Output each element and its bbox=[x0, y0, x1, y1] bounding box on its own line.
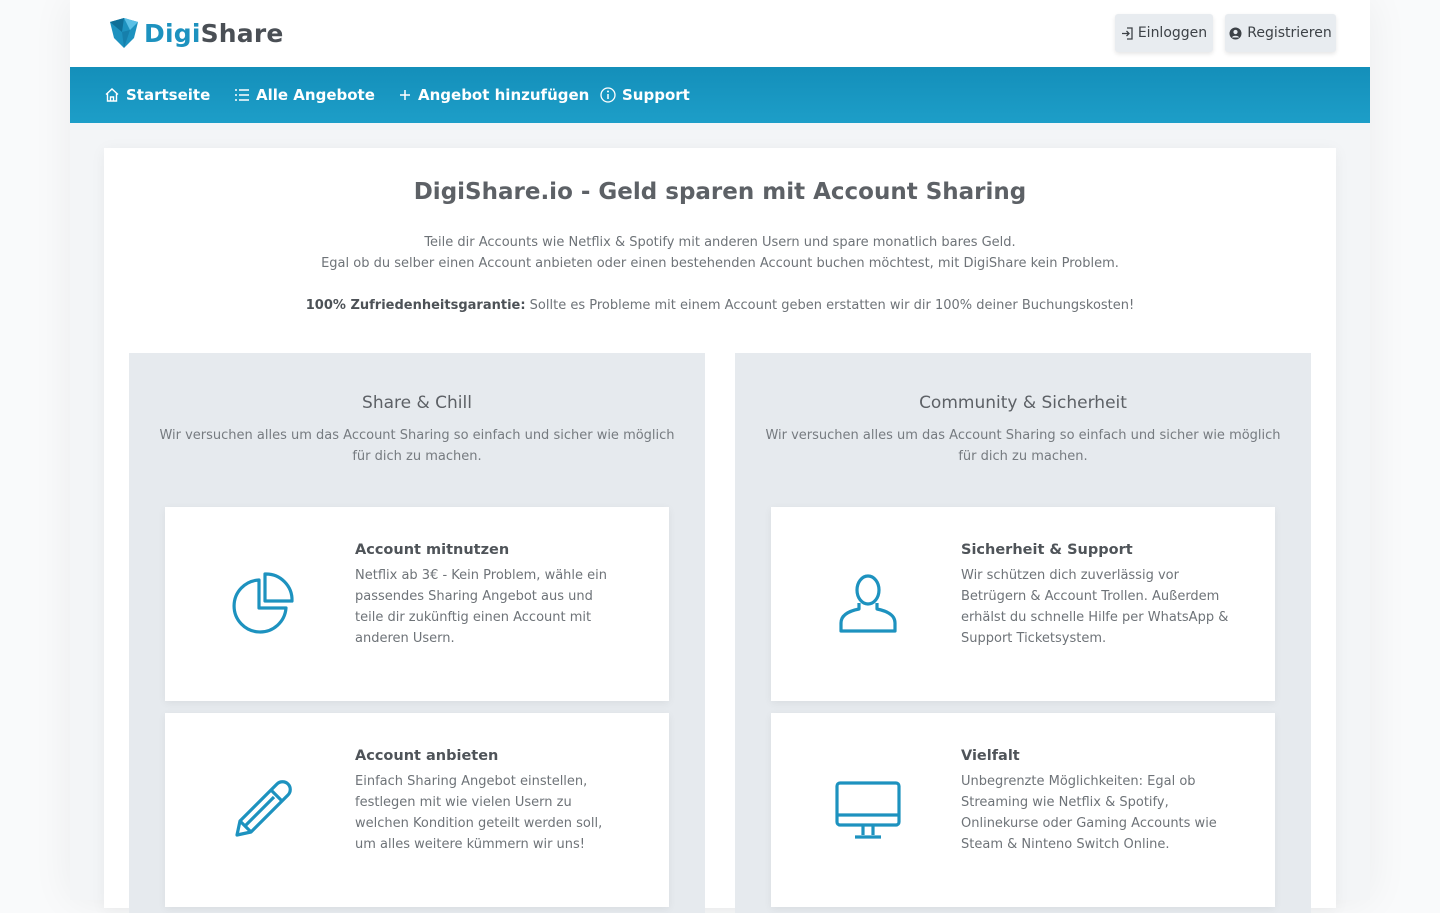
hero-line-1: Teile dir Accounts wie Netflix & Spotify… bbox=[424, 235, 1016, 250]
user-icon bbox=[839, 574, 897, 633]
card-title: Account mitnutzen bbox=[355, 542, 510, 558]
column-subtitle-line1: Wir versuchen alles um das Account Shari… bbox=[765, 428, 1281, 443]
column-title: Community & Sicherheit bbox=[919, 393, 1127, 413]
guarantee-label: 100% Zufriedenheitsgarantie: bbox=[305, 298, 526, 313]
card-text: Unbegrenzte Möglichkeiten: Egal ob Strea… bbox=[961, 774, 1217, 852]
nav-label-all-offers: Alle Angebote bbox=[256, 86, 375, 104]
feature-card-sicherheit-support: Sicherheit & Support Wir schützen dich z… bbox=[771, 507, 1275, 701]
list-icon bbox=[235, 89, 249, 101]
column-subtitle: Wir versuchen alles um das Account Shari… bbox=[765, 425, 1281, 467]
column-subtitle: Wir versuchen alles um das Account Shari… bbox=[159, 425, 675, 467]
register-label: Registrieren bbox=[1247, 25, 1332, 41]
page-wrapper: DigiShare Einloggen Registrieren Startse… bbox=[70, 0, 1370, 913]
card-title: Account anbieten bbox=[355, 748, 499, 764]
login-icon bbox=[1121, 26, 1133, 40]
main-content: DigiShare.io - Geld sparen mit Account S… bbox=[104, 148, 1336, 913]
column-title: Share & Chill bbox=[362, 393, 472, 413]
top-header: DigiShare Einloggen Registrieren bbox=[70, 0, 1370, 67]
nav-item-all-offers[interactable]: Alle Angebote bbox=[234, 67, 375, 123]
login-button[interactable]: Einloggen bbox=[1115, 14, 1213, 52]
feature-card-account-mitnutzen: Account mitnutzen Netflix ab 3€ - Kein P… bbox=[165, 507, 669, 701]
pie-chart-icon bbox=[232, 572, 294, 634]
main-navigation: Startseite Alle Angebote Angebot hinzufü… bbox=[70, 67, 1370, 123]
nav-label-home: Startseite bbox=[126, 86, 211, 104]
column-subtitle-line2: für dich zu machen. bbox=[958, 449, 1088, 464]
register-button[interactable]: Registrieren bbox=[1225, 14, 1336, 52]
nav-item-support[interactable]: Support bbox=[600, 67, 690, 123]
hero-line-2: Egal ob du selber einen Account anbieten… bbox=[321, 256, 1119, 271]
feature-column-community-security: Community & Sicherheit Wir versuchen all… bbox=[735, 353, 1311, 913]
guarantee-text: 100% Zufriedenheitsgarantie: Sollte es P… bbox=[104, 295, 1336, 316]
home-icon bbox=[105, 88, 119, 102]
nav-label-add-offer: Angebot hinzufügen bbox=[418, 86, 590, 104]
brand-name: DigiShare bbox=[144, 19, 284, 48]
card-text: Wir schützen dich zuverlässig vor Betrüg… bbox=[961, 568, 1229, 646]
brand-name-part1: Digi bbox=[144, 18, 201, 48]
card-title: Sicherheit & Support bbox=[961, 542, 1133, 558]
nav-item-add-offer[interactable]: Angebot hinzufügen bbox=[398, 67, 589, 123]
monitor-icon bbox=[835, 781, 901, 839]
feature-card-vielfalt: Vielfalt Unbegrenzte Möglichkeiten: Egal… bbox=[771, 713, 1275, 907]
brand-name-part2: Share bbox=[200, 18, 284, 48]
feature-column-share-chill: Share & Chill Wir versuchen alles um das… bbox=[129, 353, 705, 913]
card-title: Vielfalt bbox=[961, 748, 1020, 764]
logo-icon bbox=[110, 18, 138, 48]
nav-label-support: Support bbox=[622, 86, 690, 104]
column-subtitle-line1: Wir versuchen alles um das Account Shari… bbox=[159, 428, 675, 443]
user-circle-icon bbox=[1229, 27, 1242, 39]
info-icon bbox=[600, 87, 616, 103]
card-text: Netflix ab 3€ - Kein Problem, wähle ein … bbox=[355, 568, 607, 646]
feature-card-account-anbieten: Account anbieten Einfach Sharing Angebot… bbox=[165, 713, 669, 907]
card-text: Einfach Sharing Angebot einstellen, fest… bbox=[355, 774, 603, 852]
page-title: DigiShare.io - Geld sparen mit Account S… bbox=[413, 179, 1027, 205]
login-label: Einloggen bbox=[1137, 25, 1208, 41]
nav-item-home[interactable]: Startseite bbox=[104, 67, 210, 123]
pencil-icon bbox=[235, 780, 292, 837]
brand-logo[interactable]: DigiShare bbox=[108, 16, 284, 50]
column-subtitle-line2: für dich zu machen. bbox=[352, 449, 482, 464]
guarantee-body: Sollte es Probleme mit einem Account geb… bbox=[525, 298, 1135, 313]
plus-icon bbox=[400, 90, 410, 100]
